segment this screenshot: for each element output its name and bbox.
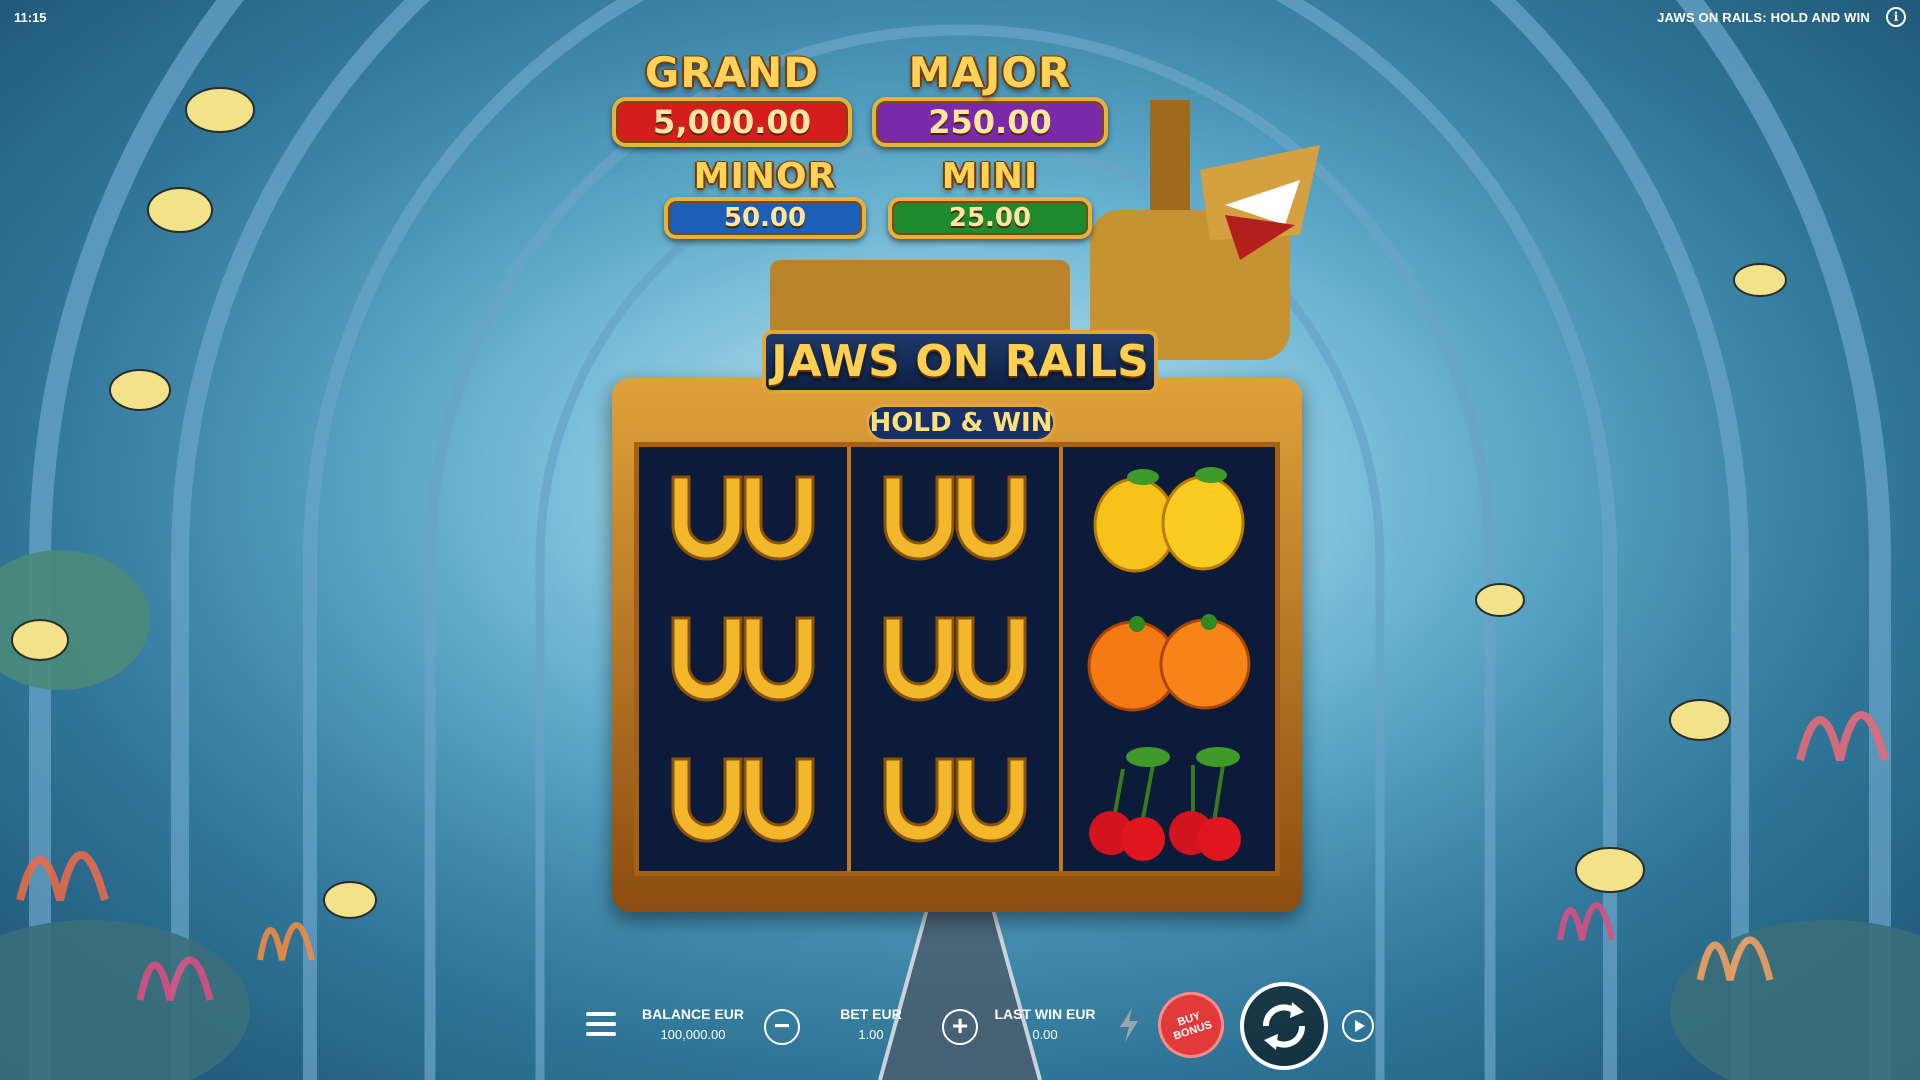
jackpot-grand-value: 5,000.00: [612, 97, 852, 147]
game-logo-subtitle: HOLD & WIN: [866, 404, 1056, 442]
game-logo-title: JAWS ON RAILS: [762, 330, 1158, 394]
lemons-symbol: [1063, 447, 1271, 588]
jackpot-mini-label: MINI: [941, 156, 1039, 197]
last-win-label: LAST WIN EUR: [994, 1006, 1096, 1022]
game-scene: 11:15 JAWS ON RAILS: HOLD AND WIN i GRAN…: [0, 0, 1920, 1080]
jackpot-major-label: MAJOR: [908, 48, 1072, 97]
spin-icon: [1263, 1002, 1305, 1050]
game-title-header: JAWS ON RAILS: HOLD AND WIN: [1657, 10, 1870, 25]
turbo-icon[interactable]: [1118, 1008, 1140, 1042]
horseshoes-symbol: [851, 447, 1059, 588]
horseshoes-symbol: [639, 588, 847, 729]
clock-time: 11:15: [14, 10, 47, 25]
horseshoes-symbol: [851, 729, 1059, 870]
reel-3: [1063, 447, 1271, 871]
autoplay-icon[interactable]: [1342, 1010, 1374, 1042]
jackpot-minor-label: MINOR: [693, 156, 837, 197]
balance-value: 100,000.00: [660, 1027, 726, 1042]
jackpot-mini: MINI 25.00: [888, 156, 1092, 239]
reel-1: [639, 447, 847, 871]
jackpot-minor: MINOR 50.00: [664, 156, 866, 239]
reels-frame: [612, 378, 1302, 912]
balance-label: BALANCE EUR: [642, 1006, 744, 1022]
reel-2: [851, 447, 1059, 871]
menu-icon[interactable]: [586, 1012, 616, 1040]
horseshoes-symbol: [851, 588, 1059, 729]
bet-label: BET EUR: [840, 1006, 902, 1022]
spin-button[interactable]: [1240, 982, 1328, 1070]
last-win-value: 0.00: [1032, 1027, 1058, 1042]
reels-window: [634, 442, 1280, 876]
jackpot-mini-value: 25.00: [888, 197, 1092, 239]
oranges-symbol: [1063, 588, 1271, 729]
jackpot-major: MAJOR 250.00: [872, 48, 1108, 147]
jackpot-grand-label: GRAND: [644, 48, 820, 97]
bet-value: 1.00: [858, 1027, 884, 1042]
jackpot-major-value: 250.00: [872, 97, 1108, 147]
jackpot-minor-value: 50.00: [664, 197, 866, 239]
cherries-symbol: [1063, 729, 1271, 870]
horseshoes-symbol: [639, 447, 847, 588]
jackpot-grand: GRAND 5,000.00: [612, 48, 852, 147]
horseshoes-symbol: [639, 729, 847, 870]
plus-icon[interactable]: +: [942, 1009, 978, 1045]
minus-icon[interactable]: −: [764, 1009, 800, 1045]
info-icon[interactable]: i: [1886, 7, 1906, 27]
